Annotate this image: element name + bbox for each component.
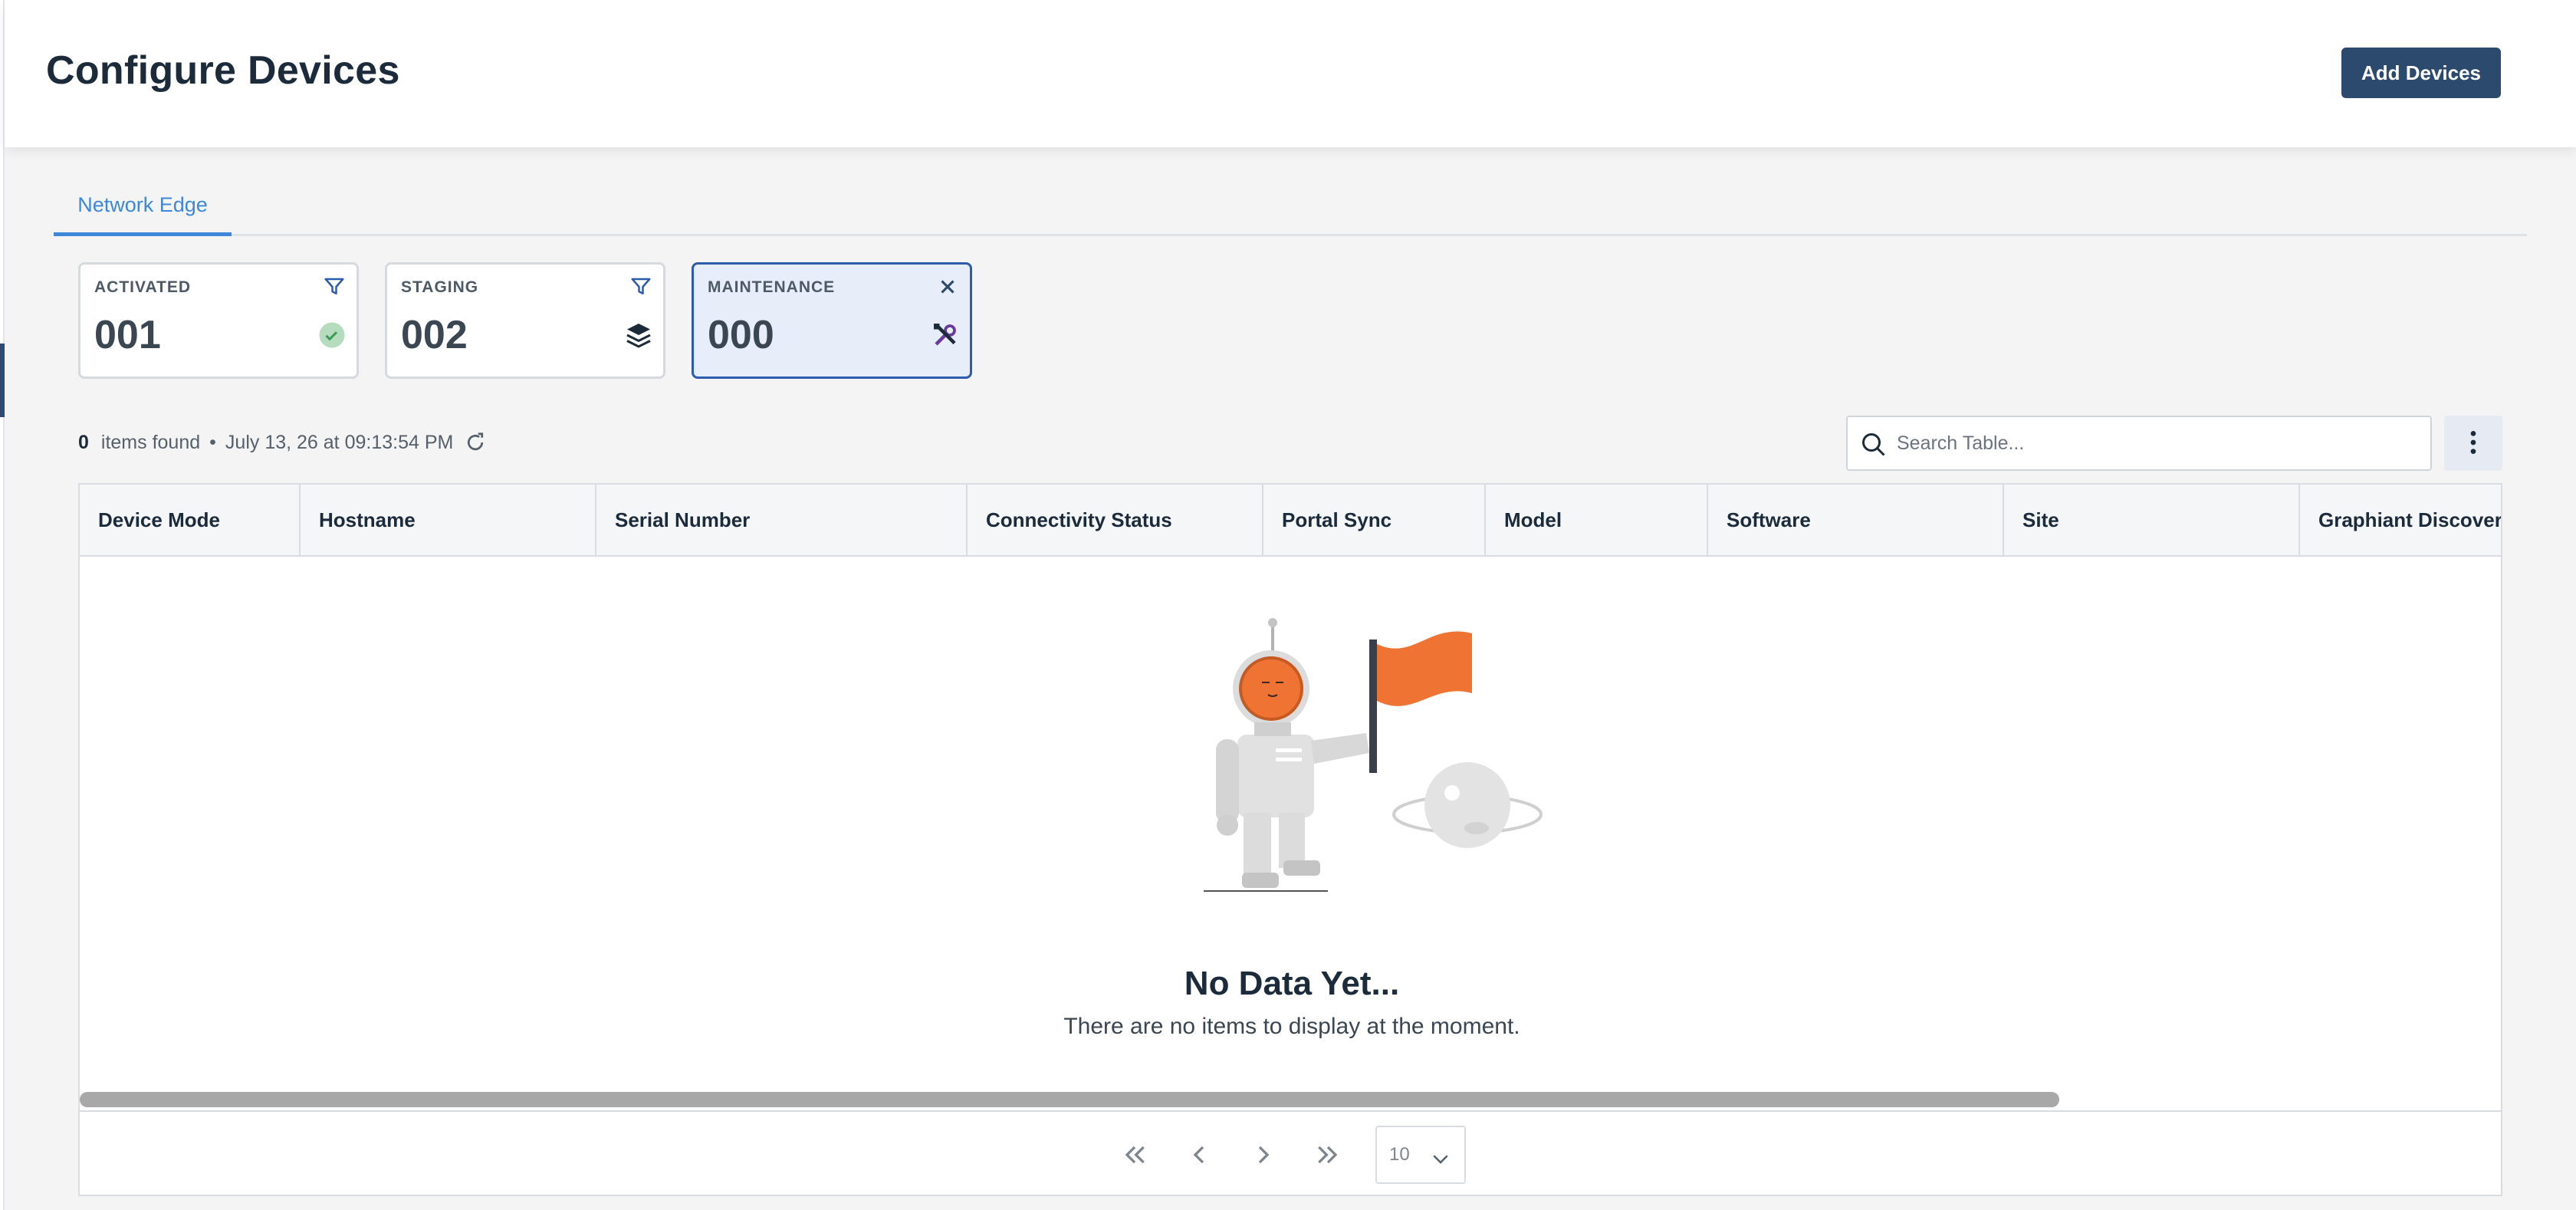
check-circle-icon: [319, 322, 345, 348]
first-page-button[interactable]: [1119, 1139, 1150, 1170]
kebab-menu-icon: [2470, 430, 2476, 454]
column-header-site[interactable]: Site: [2004, 485, 2300, 557]
items-summary: 0 items found • July 13, 26 at 09:13:54 …: [78, 431, 487, 454]
layers-icon: [626, 324, 651, 348]
filter-icon[interactable]: [323, 275, 346, 298]
table-header: Device Mode Hostname Serial Number Conne…: [80, 485, 2501, 557]
column-header-model[interactable]: Model: [1486, 485, 1708, 557]
horizontal-scrollbar[interactable]: [80, 1089, 2501, 1112]
devices-table: Device Mode Hostname Serial Number Conne…: [78, 483, 2502, 1196]
next-page-button[interactable]: [1248, 1139, 1279, 1170]
empty-state-message: There are no items to display at the mom…: [1063, 1014, 1520, 1039]
status-card-activated[interactable]: ACTIVATED 001: [78, 262, 359, 379]
page-header: Configure Devices Add Devices: [5, 0, 2576, 147]
search-input[interactable]: [1897, 428, 2418, 459]
double-chevron-right-icon: [1318, 1146, 1338, 1164]
column-header-connectivity-status[interactable]: Connectivity Status: [968, 485, 1263, 557]
refresh-icon[interactable]: [464, 431, 487, 454]
filter-icon[interactable]: [629, 275, 652, 298]
tab-bar: Network Edge: [54, 178, 2527, 236]
card-value: 002: [401, 313, 468, 357]
card-label: STAGING: [401, 278, 479, 296]
chevron-right-icon: [1258, 1146, 1270, 1164]
column-header-device-mode[interactable]: Device Mode: [80, 485, 301, 557]
card-value: 001: [94, 313, 161, 357]
column-header-graphiant-discovered[interactable]: Graphiant Discovered: [2300, 485, 2501, 557]
left-rail-marker: [0, 344, 5, 417]
last-updated-timestamp: July 13, 26 at 09:13:54 PM: [225, 431, 454, 453]
card-label: ACTIVATED: [94, 278, 192, 296]
search-box: [1846, 416, 2432, 471]
items-count: 0: [78, 431, 89, 453]
last-page-button[interactable]: [1313, 1139, 1343, 1170]
tools-icon: [934, 324, 956, 346]
more-options-button[interactable]: [2444, 416, 2502, 471]
close-icon[interactable]: [936, 275, 959, 298]
search-icon: [1862, 433, 1885, 456]
column-header-serial-number[interactable]: Serial Number: [596, 485, 968, 557]
astronaut-flag-illustration: [1204, 618, 1543, 892]
scrollbar-thumb[interactable]: [80, 1092, 2059, 1107]
column-header-portal-sync[interactable]: Portal Sync: [1263, 485, 1486, 557]
chevron-left-icon: [1193, 1146, 1204, 1164]
page-title: Configure Devices: [46, 48, 400, 93]
previous-page-button[interactable]: [1184, 1139, 1214, 1170]
tab-network-edge[interactable]: Network Edge: [54, 178, 232, 236]
page-size-select[interactable]: 10: [1375, 1126, 1466, 1184]
separator: •: [209, 431, 216, 453]
card-label: MAINTENANCE: [708, 278, 836, 296]
empty-state-title: No Data Yet...: [1184, 965, 1400, 1002]
left-rail: [0, 0, 5, 1210]
column-header-hostname[interactable]: Hostname: [301, 485, 596, 557]
pagination: 10: [80, 1112, 2501, 1195]
status-card-staging[interactable]: STAGING 002: [385, 262, 665, 379]
items-count-label: items found: [100, 431, 201, 453]
double-chevron-left-icon: [1125, 1146, 1145, 1164]
status-card-maintenance[interactable]: MAINTENANCE 000: [692, 262, 972, 379]
column-header-software[interactable]: Software: [1708, 485, 2004, 557]
page-size-value: 10: [1389, 1144, 1410, 1165]
add-devices-button[interactable]: Add Devices: [2341, 48, 2501, 98]
chevron-down-icon: [1433, 1155, 1448, 1164]
card-value: 000: [708, 313, 774, 357]
